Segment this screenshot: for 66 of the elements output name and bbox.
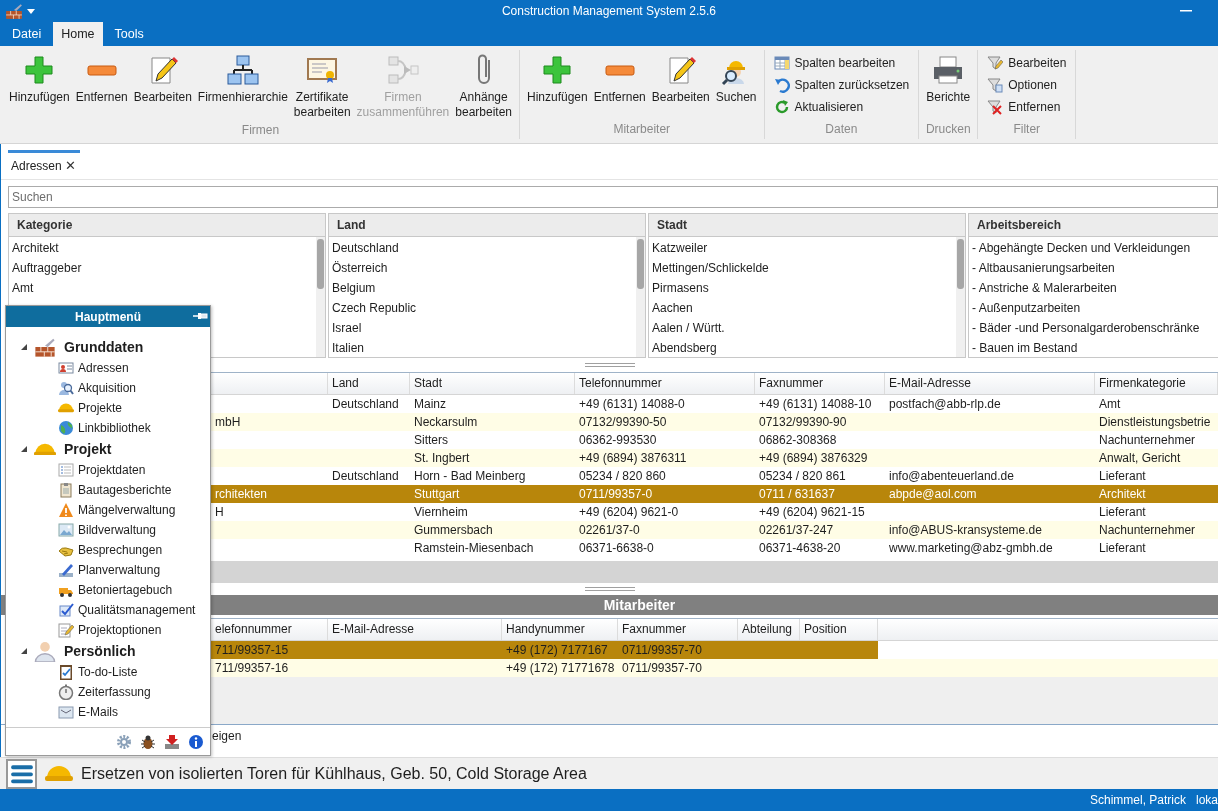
table-cell-text: 711/99357-15 bbox=[214, 642, 290, 659]
project-title: Ersetzen von isolierten Toren für Kühlhaus, Geb. 50, Cold Storage Area bbox=[81, 764, 587, 783]
table-cell-text: Viernheim bbox=[413, 504, 469, 521]
table-cell-text: www.marketing@abz-gmbh.de bbox=[888, 540, 1054, 557]
table-cell-text: 05234 / 820 861 bbox=[758, 468, 847, 485]
table-cell-text: Anwalt, Gericht bbox=[1098, 450, 1182, 467]
table-cell-text: 06371-4638-20 bbox=[758, 540, 842, 557]
table-cell-text: 06362-993530 bbox=[578, 432, 658, 449]
group-label: Firmen bbox=[241, 122, 280, 138]
table-cell-text: Nachunternehmer bbox=[1098, 522, 1197, 539]
table-cell-text: +49 (6204) 9621-0 bbox=[578, 504, 680, 521]
table-cell-text: Lieferant bbox=[1098, 504, 1147, 521]
table-cell-text: info@abenteuerland.de bbox=[888, 468, 1015, 485]
table-cell-text: +49 (6894) 3876329 bbox=[758, 450, 869, 467]
table-cell-text: Deutschland bbox=[331, 468, 400, 485]
table-cell-text: 07132/99390-90 bbox=[758, 414, 848, 431]
filter-header: Kategorie bbox=[9, 214, 325, 237]
table-cell-text: 0711/99357-70 bbox=[621, 660, 703, 677]
table-cell-text: rchitekten bbox=[214, 486, 269, 503]
table-cell-text: Horn - Bad Meinberg bbox=[413, 468, 527, 485]
table-cell-text: +49 (172) 71771678 bbox=[505, 660, 616, 677]
filter-header: Stadt bbox=[649, 214, 965, 237]
table-cell-text: 0711/99357-0 bbox=[578, 486, 654, 503]
group-label: Drucken bbox=[925, 121, 971, 137]
menu-title: Hauptmenü bbox=[75, 309, 141, 324]
table-cell-text: Deutschland bbox=[331, 396, 400, 413]
group-label: Filter bbox=[1013, 121, 1041, 137]
table-cell-text: Neckarsulm bbox=[413, 414, 479, 431]
window-title: Construction Management System 2.5.6 bbox=[501, 4, 717, 18]
table-cell-text: Ramstein-Miesenbach bbox=[413, 540, 535, 557]
user-name: Schimmel, Patrick bbox=[1089, 793, 1186, 807]
table-cell-text: H bbox=[214, 504, 225, 521]
table-cell-text: +49 (6204) 9621-15 bbox=[758, 504, 866, 521]
table-cell-text: Dienstleistungsbetrie bbox=[1098, 414, 1212, 431]
table-cell-text: 711/99357-16 bbox=[214, 660, 290, 677]
table-cell-text: Lieferant bbox=[1098, 468, 1147, 485]
table-cell-text: Stuttgart bbox=[413, 486, 461, 503]
filter-header: Land bbox=[329, 214, 645, 237]
table-cell-text: 07132/99390-50 bbox=[578, 414, 668, 431]
table-cell-text: +49 (6894) 3876311 bbox=[578, 450, 688, 467]
table-cell-text: 0711/99357-70 bbox=[621, 642, 703, 659]
table-cell-text: Gummersbach bbox=[413, 522, 494, 539]
table-cell-text: 06371-6638-0 bbox=[578, 540, 655, 557]
table-cell-text: Architekt bbox=[1098, 486, 1147, 503]
group-label: Mitarbeiter bbox=[613, 121, 671, 137]
table-cell-text: mbH bbox=[214, 414, 242, 431]
table-cell-text: postfach@abb-rlp.de bbox=[888, 396, 1002, 413]
table-cell-text: 06862-308368 bbox=[758, 432, 838, 449]
table-cell-text: 0711 / 631637 bbox=[758, 486, 836, 503]
location-text: loka bbox=[1196, 793, 1218, 807]
table-cell-text: St. Ingbert bbox=[413, 450, 471, 467]
table-cell-text: +49 (6131) 14088-10 bbox=[758, 396, 873, 413]
table-cell-text: abpde@aol.com bbox=[888, 486, 978, 503]
group-label: Daten bbox=[825, 121, 858, 137]
table-cell-text: 02261/37-247 bbox=[758, 522, 835, 539]
table-cell-text: Sitters bbox=[413, 432, 449, 449]
table-cell-text: 02261/37-0 bbox=[578, 522, 641, 539]
table-cell-text: Mainz bbox=[413, 396, 447, 413]
table-cell-text: info@ABUS-kransysteme.de bbox=[888, 522, 1043, 539]
table-cell-text: 05234 / 820 860 bbox=[578, 468, 667, 485]
table-cell-text: Amt bbox=[1098, 396, 1122, 413]
table-cell-text: Lieferant bbox=[1098, 540, 1147, 557]
table-cell-text: +49 (6131) 14088-0 bbox=[578, 396, 686, 413]
filter-header: Arbeitsbereich bbox=[969, 214, 1218, 237]
table-cell-text: Nachunternehmer bbox=[1098, 432, 1197, 449]
table-cell-text: +49 (172) 7177167 bbox=[505, 642, 609, 659]
